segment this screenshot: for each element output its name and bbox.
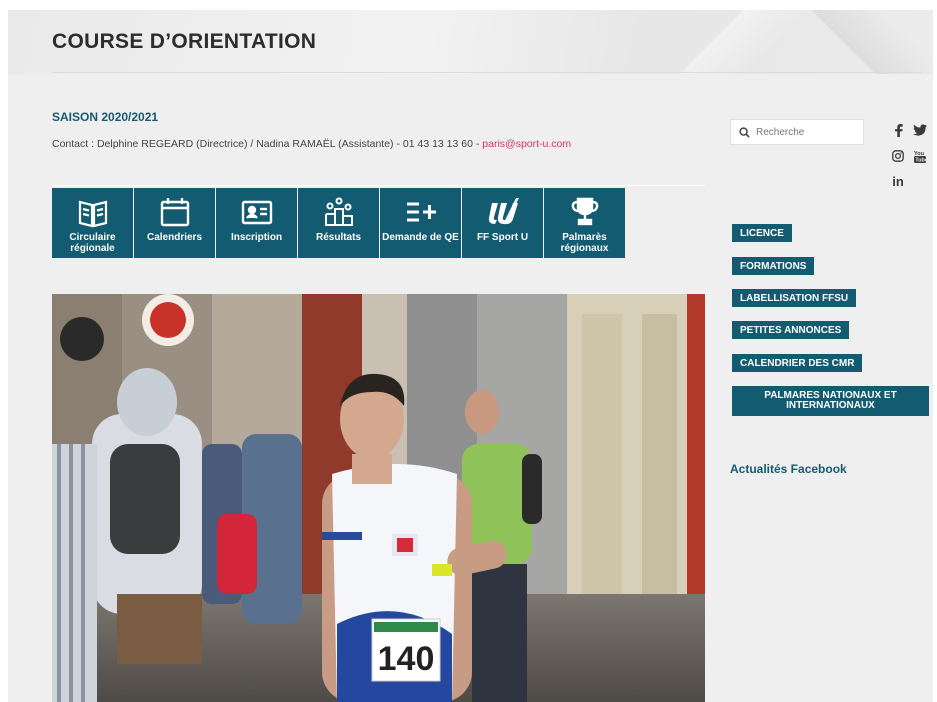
contact-line: Contact : Delphine REGEARD (Directrice) … bbox=[52, 138, 571, 150]
trophy-icon bbox=[571, 197, 598, 226]
tile-palmares-regionaux[interactable]: Palmarès régionaux bbox=[544, 188, 625, 258]
season-title: SAISON 2020/2021 bbox=[52, 110, 159, 124]
search-icon bbox=[739, 126, 750, 138]
title-divider bbox=[52, 72, 922, 73]
calendar-icon bbox=[160, 198, 189, 227]
linkedin-icon[interactable]: in bbox=[891, 173, 905, 189]
id-card-icon bbox=[241, 200, 272, 225]
tile-resultats[interactable]: Résultats bbox=[298, 188, 379, 258]
tile-demande-de-qe[interactable]: Demande de QE bbox=[380, 188, 461, 258]
tile-ff-sport-u[interactable]: FF Sport U bbox=[462, 188, 543, 258]
hero-photo: 140 bbox=[52, 294, 705, 702]
page-frame: COURSE D’ORIENTATION SAISON 2020/2021 Co… bbox=[8, 10, 933, 702]
linkedin-glyph: in bbox=[892, 173, 904, 189]
facebook-news-title: Actualités Facebook bbox=[730, 462, 847, 476]
header-decoration bbox=[653, 10, 813, 74]
bib-number: 140 bbox=[378, 640, 435, 678]
sidebar-button-calendrier-cmr[interactable]: CALENDRIER DES CMR bbox=[732, 354, 863, 372]
podium-icon bbox=[324, 197, 353, 226]
sidebar-button-labellisation[interactable]: LABELLISATION FFSU bbox=[732, 289, 857, 307]
page-title: COURSE D’ORIENTATION bbox=[52, 30, 317, 53]
tile-label: Palmarès régionaux bbox=[560, 232, 609, 254]
tile-label: Circulaire régionale bbox=[69, 232, 116, 254]
page-header: COURSE D’ORIENTATION bbox=[8, 10, 933, 74]
search-input[interactable] bbox=[756, 126, 856, 138]
facebook-icon[interactable] bbox=[891, 123, 905, 137]
header-decoration-right bbox=[793, 10, 933, 74]
tile-label: Résultats bbox=[315, 232, 361, 243]
contact-text: Contact : Delphine REGEARD (Directrice) … bbox=[52, 138, 483, 150]
runner-photo: 140 bbox=[52, 294, 705, 702]
youtube-icon[interactable]: YouTube bbox=[913, 149, 927, 163]
tile-inscription[interactable]: Inscription bbox=[216, 188, 297, 258]
sidebar-button-licence[interactable]: LICENCE bbox=[732, 224, 792, 242]
contact-email-link[interactable]: paris@sport-u.com bbox=[482, 138, 571, 150]
sidebar-button-petites-annonces[interactable]: PETITES ANNONCES bbox=[732, 321, 850, 339]
tile-label: Demande de QE bbox=[382, 232, 459, 243]
content-divider bbox=[52, 185, 705, 186]
book-icon bbox=[78, 200, 107, 228]
twitter-icon[interactable] bbox=[913, 123, 927, 137]
ffsu-logo-icon bbox=[488, 198, 519, 225]
list-plus-icon bbox=[406, 202, 436, 222]
tile-label: Calendriers bbox=[146, 232, 203, 243]
tile-label: FF Sport U bbox=[476, 232, 529, 243]
search-box[interactable] bbox=[730, 119, 864, 145]
svg-text:Tube: Tube bbox=[915, 157, 926, 163]
sidebar-button-palmares-nationaux[interactable]: PALMARES NATIONAUX ET INTERNATIONAUX bbox=[732, 386, 929, 416]
instagram-icon[interactable] bbox=[891, 149, 905, 163]
tile-label: Inscription bbox=[230, 232, 283, 243]
tile-calendriers[interactable]: Calendriers bbox=[134, 188, 215, 258]
sidebar-button-formations[interactable]: FORMATIONS bbox=[732, 257, 815, 275]
tile-circulaire-regionale[interactable]: Circulaire régionale bbox=[52, 188, 133, 258]
quick-links-bar: Circulaire régionale Calendriers Inscrip… bbox=[52, 188, 626, 258]
